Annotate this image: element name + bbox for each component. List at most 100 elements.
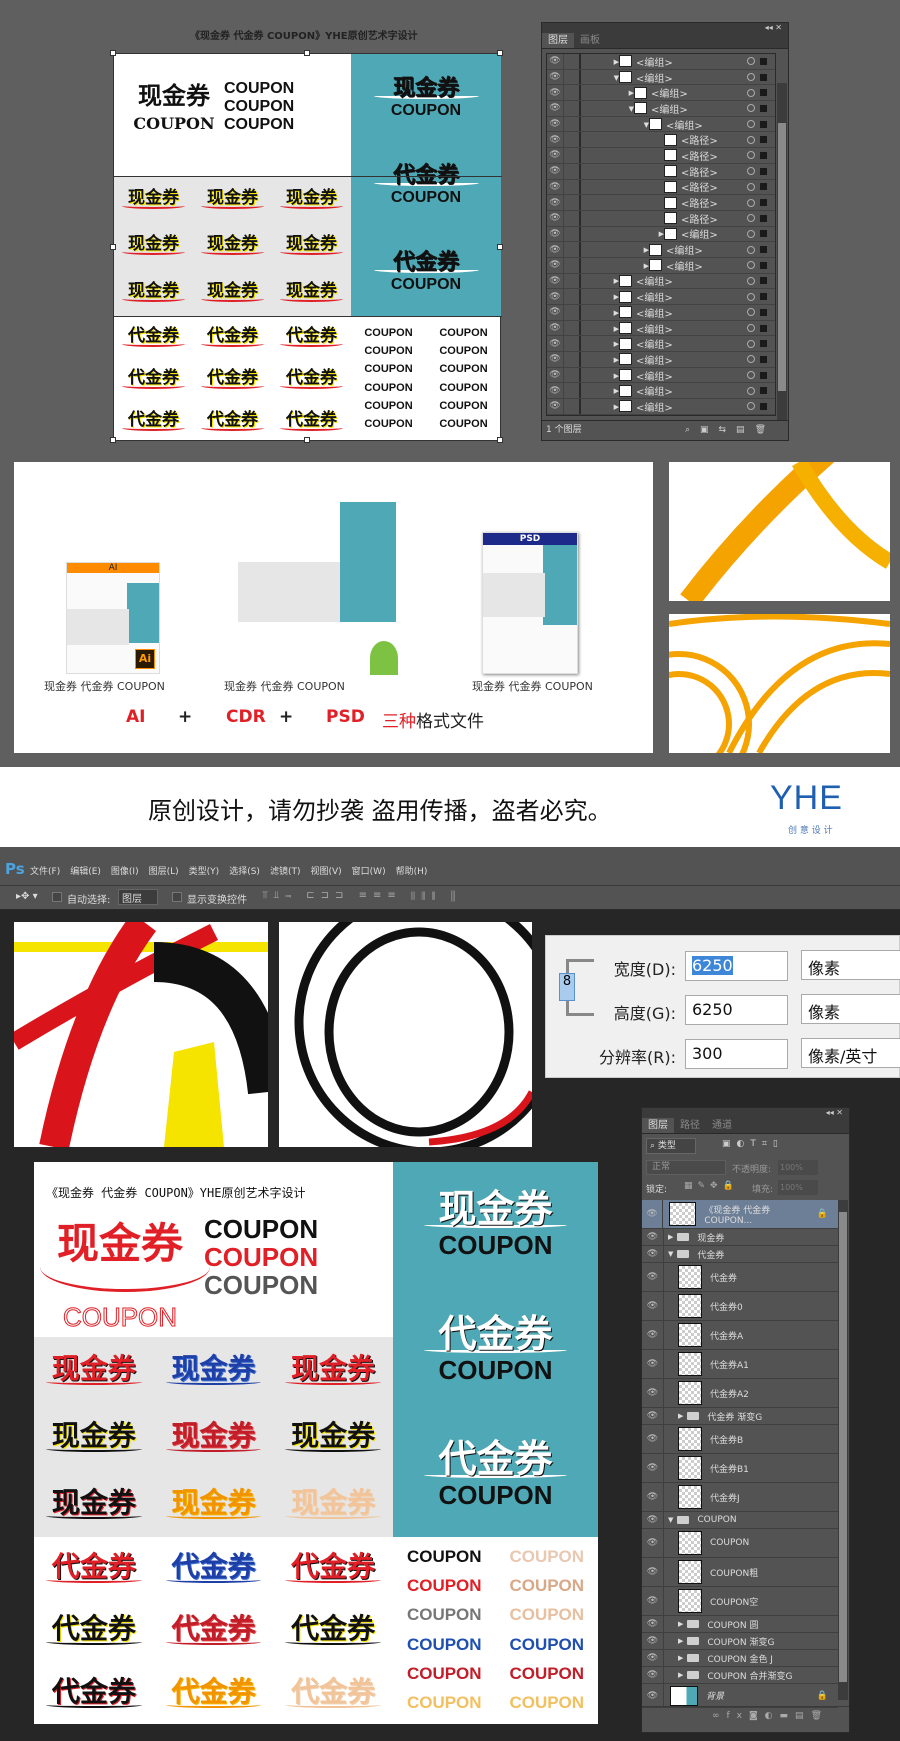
eye-icon[interactable]: 👁 [642,1200,664,1228]
layer-row[interactable]: 👁 ▶ <编组> [547,352,775,368]
eye-icon[interactable]: 👁 [642,1684,664,1707]
lock-toggle[interactable] [563,163,581,179]
target-icon[interactable] [747,88,755,97]
target-icon[interactable] [747,229,755,238]
menu-item[interactable]: 窗口(W) [352,864,386,877]
target-icon[interactable] [747,104,755,113]
show-transform-checkbox[interactable] [172,892,182,902]
eye-icon[interactable]: 👁 [547,198,563,208]
target-icon[interactable] [747,135,755,144]
selection-handle[interactable] [110,50,116,56]
auto-select-dropdown[interactable]: 图层 [118,889,158,905]
layer-row[interactable]: 👁 COUPON空 [642,1587,838,1616]
collapsed-arrow-icon[interactable]: ▶ [678,1637,683,1645]
eye-icon[interactable]: 👁 [547,307,563,317]
layer-row[interactable]: 👁 《现金券 代金券 COUPON... 🔒 [642,1200,838,1229]
target-icon[interactable] [747,151,755,160]
selection-handle[interactable] [497,50,503,56]
fx-icon[interactable]: fx [726,1711,749,1721]
eye-icon[interactable]: 👁 [642,1246,664,1262]
eye-icon[interactable]: 👁 [547,339,563,349]
selection-handle[interactable] [110,437,116,443]
search-icon[interactable]: ⌕ [685,425,700,435]
layer-group[interactable]: 👁 ▶ COUPON 渐变G [642,1633,838,1650]
selection-indicator[interactable] [760,261,767,269]
lock-toggle[interactable] [563,257,581,273]
selection-indicator[interactable] [760,104,767,112]
layer-row[interactable]: 👁 COUPON [642,1529,838,1558]
layer-row[interactable]: 👁 ▶ <编组> [547,367,775,384]
target-icon[interactable] [747,355,755,364]
close-icon[interactable]: ✕ [775,23,782,32]
selection-handle[interactable] [110,244,116,250]
new-layer-icon[interactable]: ▤ [795,1711,811,1721]
layer-row[interactable]: 👁 代金券 [642,1263,838,1292]
eye-icon[interactable]: 👁 [642,1483,664,1511]
target-icon[interactable] [747,386,755,395]
layer-group[interactable]: 👁 ▶ COUPON 金色 J [642,1650,838,1667]
layer-row[interactable]: 👁 ▶ <编组> [547,383,775,400]
selection-indicator[interactable] [760,73,767,81]
layer-row[interactable]: 👁 代金券0 [642,1292,838,1321]
layer-row[interactable]: 👁 代金券B [642,1425,838,1454]
target-icon[interactable] [747,167,755,176]
selection-indicator[interactable] [760,308,767,316]
eye-icon[interactable]: 👁 [642,1379,664,1407]
menu-item[interactable]: 帮助(H) [396,864,428,877]
selection-indicator[interactable] [760,402,767,410]
close-icon[interactable]: ✕ [836,1108,843,1117]
selection-indicator[interactable] [760,167,767,175]
selection-indicator[interactable] [760,214,767,222]
lock-toggle[interactable] [563,305,581,320]
eye-icon[interactable]: 👁 [642,1454,664,1482]
lock-toggle[interactable] [563,352,581,367]
selection-indicator[interactable] [760,136,767,144]
menu-item[interactable]: 滤镜(T) [270,864,301,877]
layer-row[interactable]: 👁 ▶ <编组> [547,305,775,321]
expanded-arrow-icon[interactable]: ▼ [668,1516,673,1524]
tab-layers[interactable]: 图层 [642,1118,674,1133]
lock-toggle[interactable] [563,336,581,352]
layer-row[interactable]: 👁 <路径> [547,132,775,149]
tab-layers[interactable]: 图层 [542,33,574,48]
eye-icon[interactable]: 👁 [547,245,563,255]
width-input[interactable]: 6250 [685,951,788,981]
collapse-icon[interactable]: ◂◂ [765,23,773,32]
menu-item[interactable]: 文件(F) [30,864,60,877]
eye-icon[interactable]: 👁 [547,213,563,223]
layer-row[interactable]: 👁 代金券J [642,1483,838,1512]
collapsed-arrow-icon[interactable]: ▶ [668,1233,673,1241]
eye-icon[interactable]: 👁 [547,56,563,66]
layer-row[interactable]: 👁 <路径> [547,195,775,211]
target-icon[interactable] [747,402,755,411]
menu-item[interactable]: 图层(L) [149,864,179,877]
target-icon[interactable] [747,198,755,207]
eye-icon[interactable]: 👁 [547,370,563,380]
eye-icon[interactable]: 👁 [547,135,563,145]
target-icon[interactable] [747,339,755,348]
menu-item[interactable]: 选择(S) [229,864,260,877]
target-icon[interactable] [747,292,755,301]
auto-select-checkbox[interactable] [52,892,62,902]
move-tool-icon[interactable]: ▸✥ ▾ [16,891,38,902]
layer-row[interactable]: 👁 ▼ <编组> [547,116,775,133]
lock-toggle[interactable] [563,148,581,163]
target-icon[interactable] [747,324,755,333]
selection-indicator[interactable] [760,277,767,285]
layer-row[interactable]: 👁 代金券B1 [642,1454,838,1483]
lock-toggle[interactable] [563,367,581,383]
layer-group[interactable]: 👁 ▶ 现金券 [642,1229,838,1246]
eye-icon[interactable]: 👁 [547,260,563,270]
sublayer-icon[interactable]: ⇆ [719,425,737,435]
layer-row[interactable]: 👁 ▶ <编组> [547,257,775,274]
selection-indicator[interactable] [760,355,767,363]
target-icon[interactable] [747,308,755,317]
lock-toggle[interactable] [563,210,581,226]
layer-row[interactable]: 👁 背景 🔒 [642,1684,838,1708]
eye-icon[interactable]: 👁 [642,1263,664,1291]
filter-dropdown[interactable]: ⌕ 类型 [646,1138,696,1154]
lock-toggle[interactable] [563,242,581,257]
eye-icon[interactable]: 👁 [642,1633,664,1649]
lock-toggle[interactable] [563,383,581,399]
artboard[interactable]: 现金券 COUPON COUPON COUPON COUPON 现金券 COUPON 代… [110,50,503,443]
